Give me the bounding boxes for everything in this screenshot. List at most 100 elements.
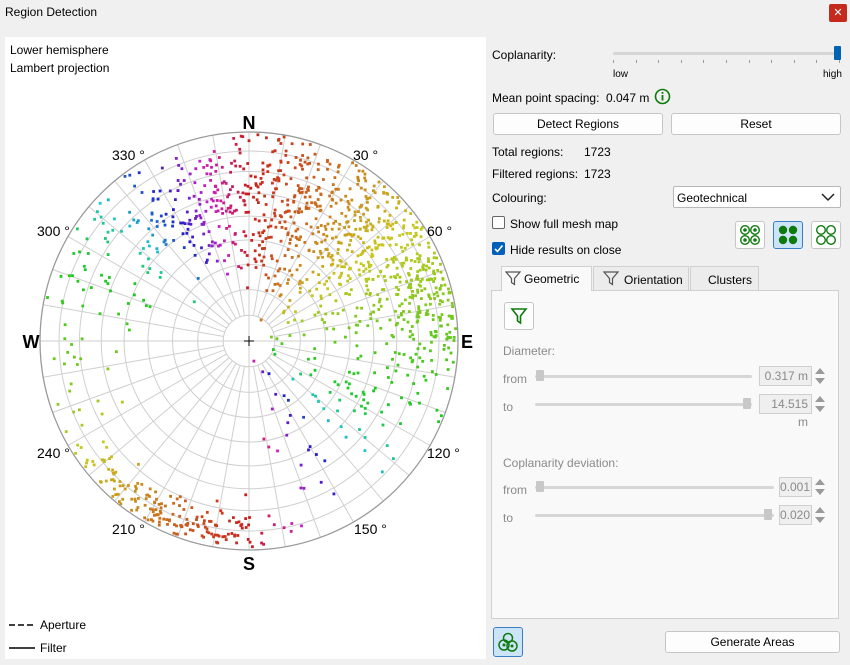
cluster-view-button[interactable] [493, 627, 523, 657]
display-mode-outline-dot-button[interactable] [735, 221, 765, 249]
apply-filter-button[interactable] [504, 302, 534, 330]
pole-point [114, 493, 118, 496]
pole-point [164, 212, 168, 216]
pole-point [283, 254, 287, 257]
diameter-to-input[interactable]: 14.515 m [759, 394, 812, 429]
pole-point [198, 214, 202, 217]
pole-point [372, 303, 376, 307]
pole-point [449, 336, 452, 339]
pole-point [326, 167, 329, 171]
pole-point [373, 239, 377, 243]
pole-point [356, 371, 360, 375]
pole-point [93, 217, 96, 221]
pole-point [179, 182, 182, 186]
pole-point [269, 224, 273, 228]
pole-point [96, 399, 100, 403]
pole-point [290, 256, 294, 259]
tab-orientation[interactable]: Orientation [593, 266, 689, 290]
pole-point [412, 337, 416, 341]
diameter-to-slider[interactable] [535, 403, 752, 406]
pole-point [416, 278, 420, 281]
pole-point [427, 257, 430, 261]
pole-point [273, 283, 277, 286]
pole-point [243, 250, 247, 254]
close-button[interactable]: ✕ [829, 4, 847, 22]
cluster-icon [498, 632, 518, 652]
pole-point [383, 185, 386, 189]
diameter-from-slider[interactable] [535, 375, 752, 378]
diameter-from-spin[interactable] [814, 366, 826, 386]
pole-point [376, 293, 380, 297]
pole-point [379, 269, 383, 273]
diameter-to-spin[interactable] [814, 394, 826, 414]
hide-results-checkbox[interactable] [492, 242, 505, 255]
pole-point [306, 156, 310, 160]
pole-point [330, 227, 334, 231]
pole-point [269, 235, 273, 239]
pole-point [111, 468, 114, 472]
generate-areas-button[interactable]: Generate Areas [665, 631, 840, 653]
deviation-to-spin[interactable] [814, 505, 826, 525]
coplanarity-slider-track[interactable] [613, 52, 839, 55]
pole-point [294, 156, 298, 159]
info-icon[interactable] [654, 88, 671, 105]
pole-point [238, 164, 242, 168]
tab-clusters[interactable]: Clusters [690, 266, 759, 290]
colouring-select[interactable]: Geotechnical [673, 186, 841, 208]
pole-point [133, 282, 137, 285]
diameter-to-thumb[interactable] [743, 398, 751, 409]
pole-point [369, 312, 372, 316]
pole-point [416, 311, 420, 314]
pole-point [353, 210, 357, 214]
detect-regions-button[interactable]: Detect Regions [493, 113, 663, 135]
display-mode-filled-button[interactable] [773, 221, 803, 249]
deviation-to-input[interactable]: 0.020 [779, 505, 812, 525]
azimuth-line [274, 344, 455, 378]
deviation-from-spin[interactable] [814, 477, 826, 497]
show-mesh-checkbox[interactable] [492, 216, 505, 229]
pole-point [408, 401, 411, 405]
stereonet-plot[interactable]: N E S W 30 ° 60 ° 120 ° 150 ° 210 ° 240 … [5, 37, 486, 659]
pole-point [198, 198, 201, 201]
deviation-from-slider[interactable] [535, 486, 774, 489]
pole-point [235, 208, 238, 212]
pole-point [367, 277, 371, 281]
tab-geometric[interactable]: Geometric [501, 266, 592, 291]
pole-point [102, 460, 106, 464]
deviation-from-thumb[interactable] [536, 481, 544, 492]
pole-point [433, 277, 437, 280]
deviation-to-thumb[interactable] [764, 509, 772, 520]
angle-label-300: 300 ° [37, 223, 70, 239]
pole-point [447, 346, 450, 350]
pole-point [366, 324, 370, 328]
pole-point [135, 487, 138, 490]
pole-point [292, 221, 296, 225]
pole-point [283, 220, 287, 224]
azimuth-line [43, 304, 224, 338]
pole-point [445, 332, 449, 336]
pole-point [432, 280, 435, 283]
pole-point [358, 227, 362, 231]
pole-point [336, 409, 339, 413]
deviation-from-input[interactable]: 0.001 [779, 477, 812, 497]
pole-point [371, 278, 375, 281]
diameter-from-thumb[interactable] [536, 370, 544, 381]
deviation-to-slider[interactable] [535, 514, 774, 517]
pole-point [400, 262, 404, 265]
slider-tick [839, 60, 840, 63]
reset-button[interactable]: Reset [671, 113, 841, 135]
pole-point [191, 235, 194, 239]
pole-point [431, 314, 435, 317]
pole-point [331, 183, 335, 186]
pole-point [146, 518, 150, 522]
diameter-from-input[interactable]: 0.317 m [759, 366, 812, 386]
pole-point [329, 204, 333, 208]
pole-point [267, 236, 270, 239]
pole-point [330, 191, 334, 195]
pole-point [61, 301, 65, 305]
pole-point [415, 252, 419, 256]
display-mode-outline-button[interactable] [811, 221, 841, 249]
pole-point [98, 312, 102, 316]
pole-point [362, 398, 366, 402]
coplanarity-slider-thumb[interactable] [834, 46, 841, 60]
